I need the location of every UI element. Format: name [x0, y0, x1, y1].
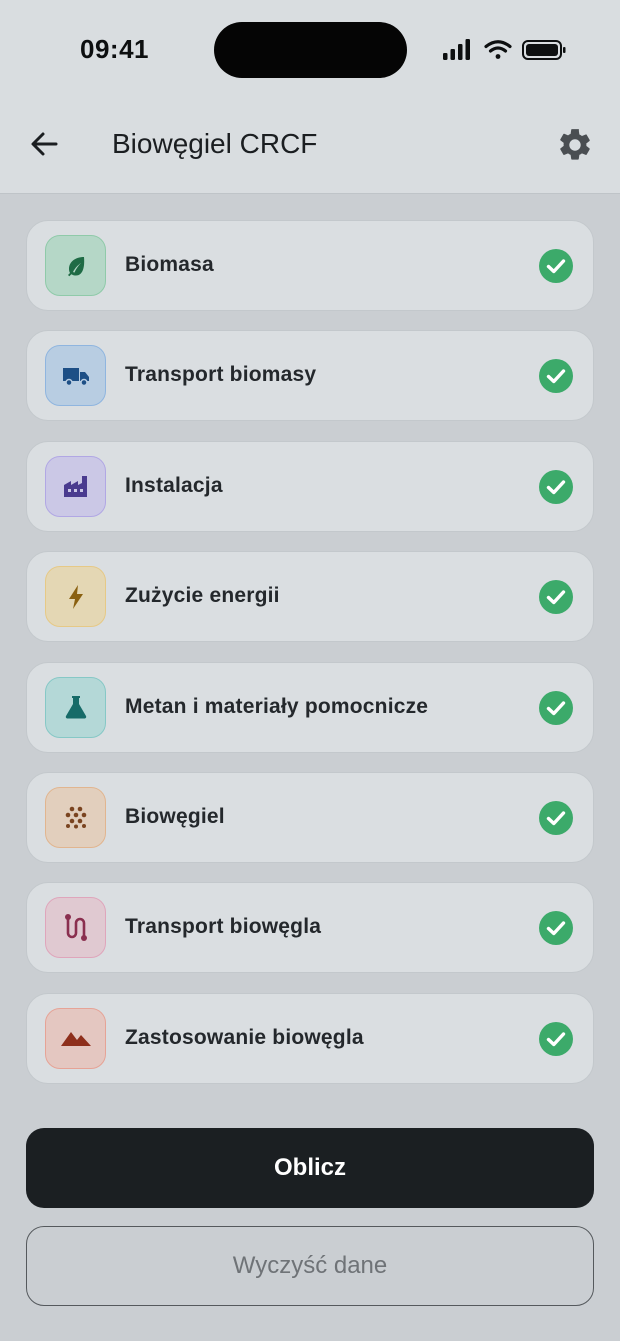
section-tile [45, 786, 106, 848]
section-card-energy[interactable]: Zużycie energii [26, 551, 594, 643]
section-label: Zastosowanie biowęgla [125, 1025, 364, 1049]
section-tile [45, 345, 106, 407]
mountains-icon [60, 1032, 91, 1047]
leaf-icon [67, 256, 84, 276]
section-card-biochar-application[interactable]: Zastosowanie biowęgla [26, 992, 594, 1084]
section-label: Biomasa [125, 253, 214, 276]
gear-icon[interactable] [556, 126, 594, 164]
calculate-button[interactable]: Oblicz [26, 1128, 594, 1208]
section-tile [45, 1007, 106, 1069]
clear-data-button[interactable]: Wyczyść dane [26, 1226, 594, 1306]
section-card-biomass[interactable]: Biomasa [26, 220, 594, 311]
battery-icon [522, 40, 566, 60]
section-list: Biomasa Transport biomasy Instalacja Zuż… [26, 220, 594, 1103]
check-circle-icon [539, 469, 573, 504]
route-icon [64, 913, 87, 941]
section-card-installation[interactable]: Instalacja [26, 440, 594, 532]
check-circle-icon [539, 911, 573, 946]
check-circle-icon [539, 1021, 573, 1056]
check-circle-icon [539, 580, 573, 615]
status-icons [443, 39, 566, 60]
section-label: Transport biowęgla [125, 915, 322, 939]
section-card-methane[interactable]: Metan i materiały pomocnicze [26, 661, 594, 753]
arrow-left-icon[interactable] [26, 124, 66, 164]
app-header: 09:41 Biowęgiel CRCF [0, 0, 620, 194]
wifi-icon [484, 40, 512, 59]
section-label: Instalacja [125, 473, 223, 497]
page-title: Biowęgiel CRCF [112, 128, 318, 159]
check-circle-icon [539, 800, 573, 835]
check-circle-icon [539, 690, 573, 725]
truck-icon [62, 367, 89, 387]
section-label: Transport biomasy [125, 363, 317, 387]
section-card-biochar-transport[interactable]: Transport biowęgla [26, 882, 594, 974]
section-label: Biowęgiel [125, 804, 225, 828]
section-label: Metan i materiały pomocnicze [125, 694, 429, 718]
section-tile [45, 455, 106, 517]
dynamic-island [214, 22, 407, 78]
check-circle-icon [539, 359, 573, 394]
section-card-biomass-transport[interactable]: Transport biomasy [26, 330, 594, 422]
section-tile [45, 897, 106, 959]
status-time: 09:41 [80, 34, 149, 64]
section-label: Zużycie energii [125, 584, 280, 608]
section-tile [45, 676, 106, 738]
factory-icon [63, 476, 87, 498]
signal-icon [443, 39, 470, 60]
section-tile [45, 235, 106, 296]
granules-icon [65, 807, 86, 829]
section-card-biochar[interactable]: Biowęgiel [26, 771, 594, 863]
section-tile [45, 566, 106, 628]
check-circle-icon [539, 249, 573, 283]
lightning-icon [68, 584, 83, 609]
flask-icon [65, 696, 86, 719]
